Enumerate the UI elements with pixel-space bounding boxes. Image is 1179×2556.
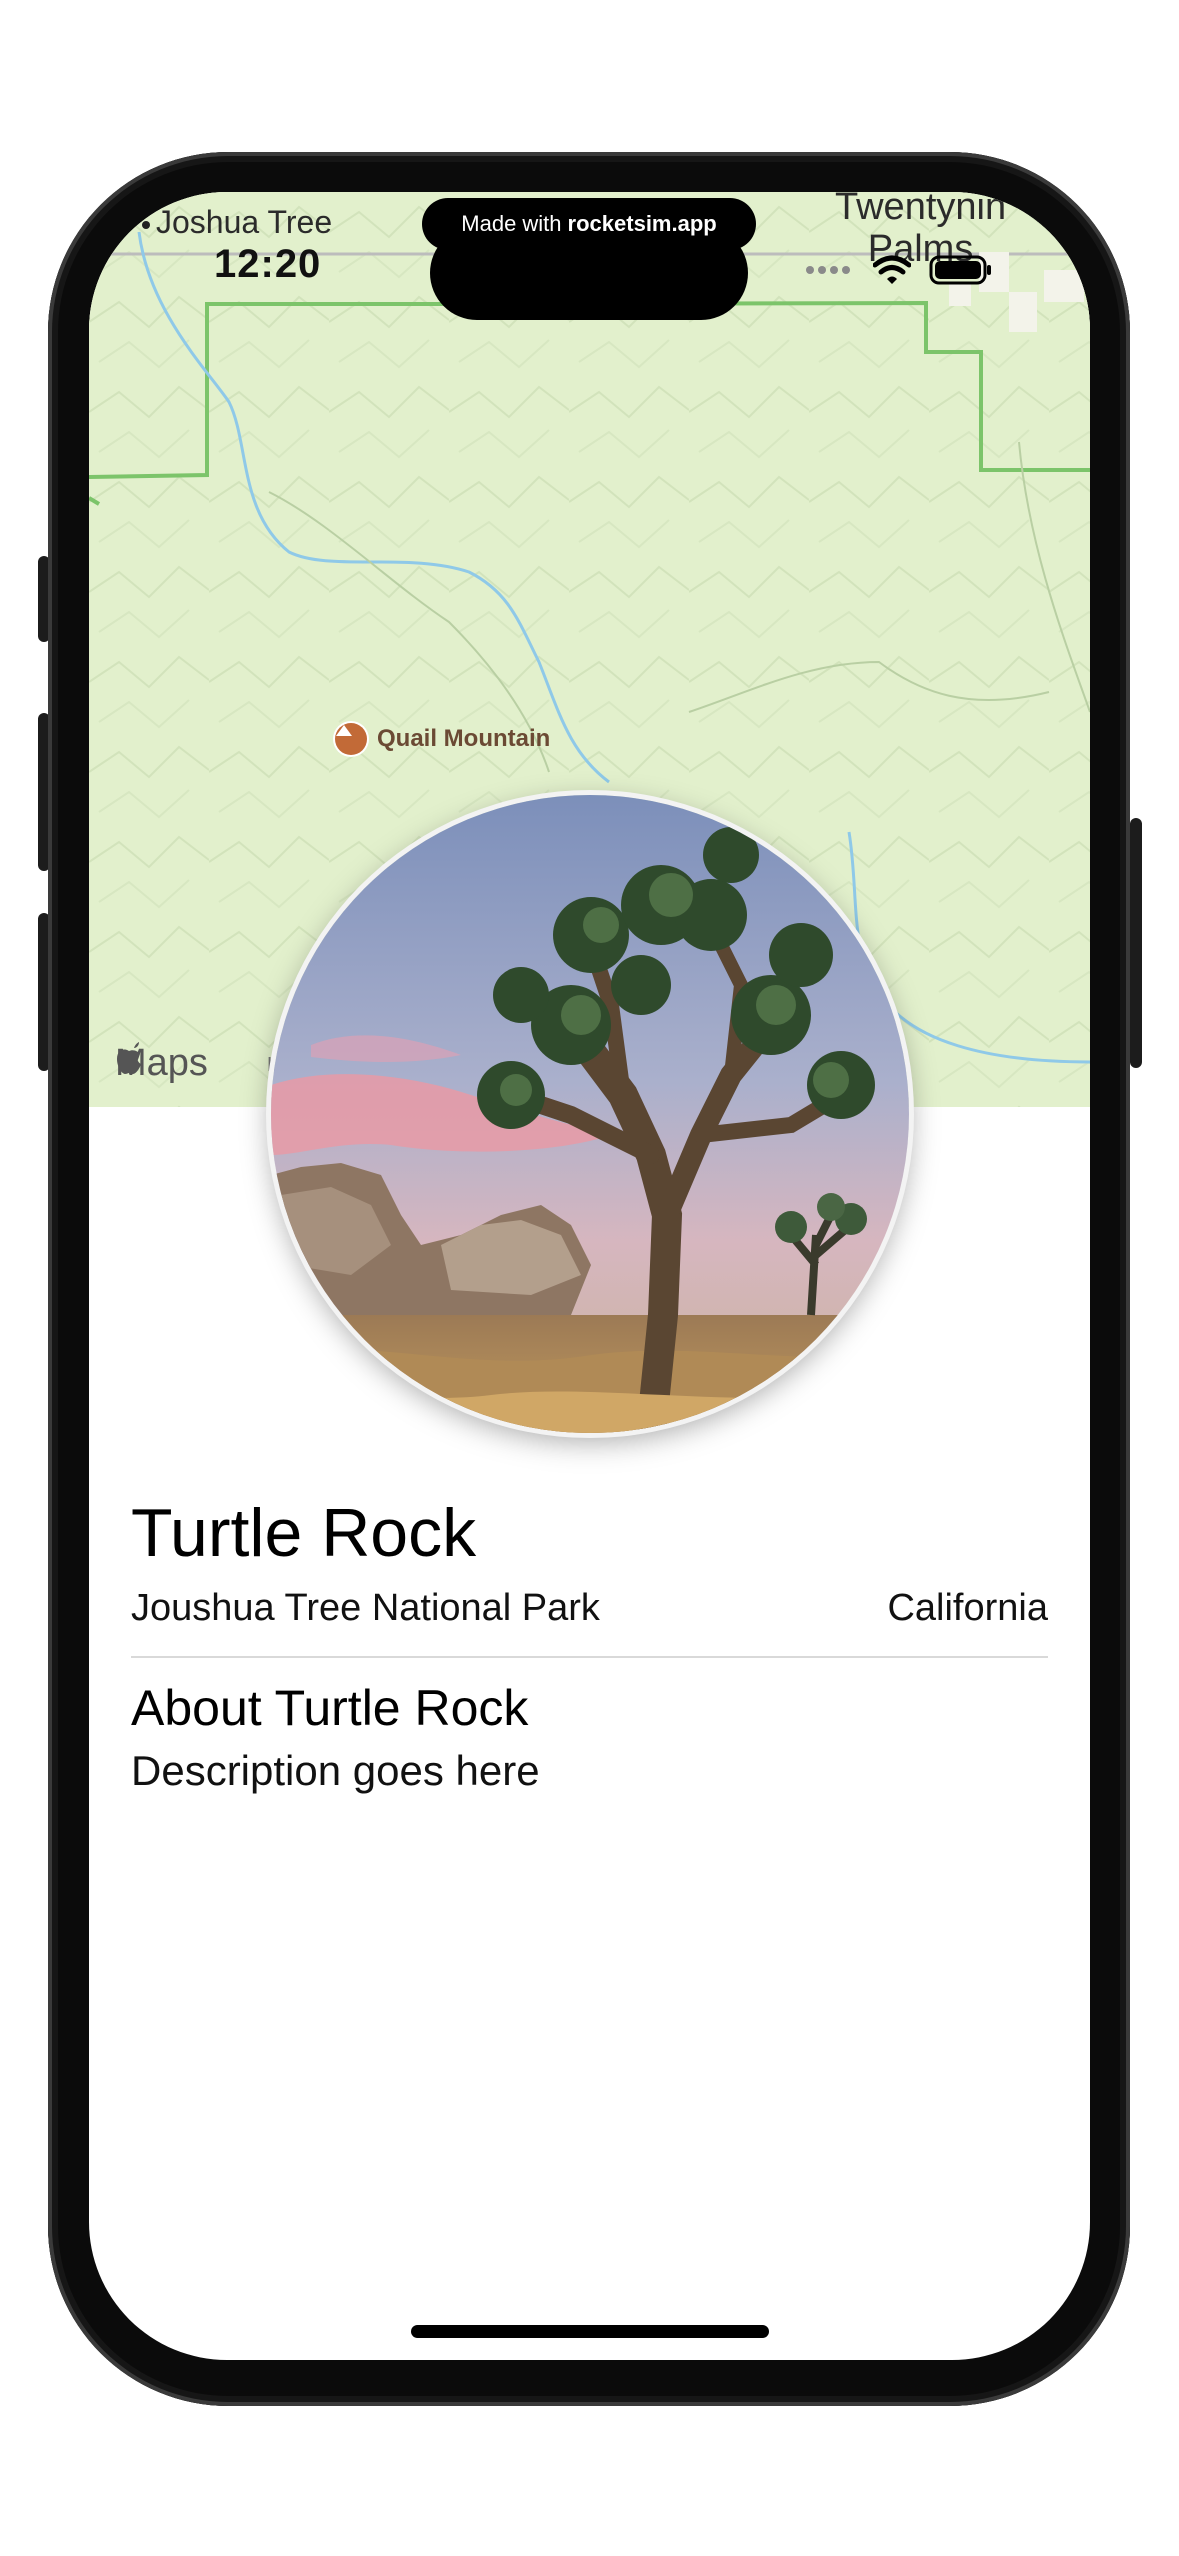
power-button	[1130, 818, 1142, 1068]
status-time-container: 12:20	[214, 236, 321, 287]
mountain-icon	[335, 723, 367, 755]
map-pin-dot-icon	[142, 220, 150, 229]
poi-label: Quail Mountain	[377, 725, 551, 752]
apple-logo-icon	[117, 1042, 141, 1074]
banner-prefix: Made with	[461, 211, 562, 236]
status-time: 12:20	[214, 242, 322, 286]
poi-quail-mountain[interactable]: Quail Mountain	[335, 723, 550, 755]
signal-icon	[806, 266, 850, 274]
rocketsim-banner: Made with rocketsim.app	[422, 198, 756, 250]
description-text: Description goes here	[131, 1747, 540, 1794]
status-icons	[805, 254, 993, 286]
banner-brand: rocketsim.app	[567, 211, 717, 236]
wifi-icon	[873, 255, 911, 284]
landmark-title: Turtle Rock	[131, 1495, 477, 1571]
landmark-subtitle-row: Joushua Tree National Park California	[131, 1587, 1048, 1630]
landmark-image	[271, 795, 909, 1433]
home-indicator[interactable]	[411, 2325, 769, 2338]
about-heading: About Turtle Rock	[131, 1680, 529, 1736]
maps-attribution: Maps	[115, 1042, 208, 1085]
battery-icon	[929, 255, 991, 285]
divider	[131, 1656, 1048, 1658]
park-name: Joushua Tree National Park	[131, 1587, 600, 1629]
app-screen: Joshua Tree Twentynin Palms Quail Mounta…	[89, 192, 1090, 2360]
state-name: California	[887, 1587, 1048, 1629]
